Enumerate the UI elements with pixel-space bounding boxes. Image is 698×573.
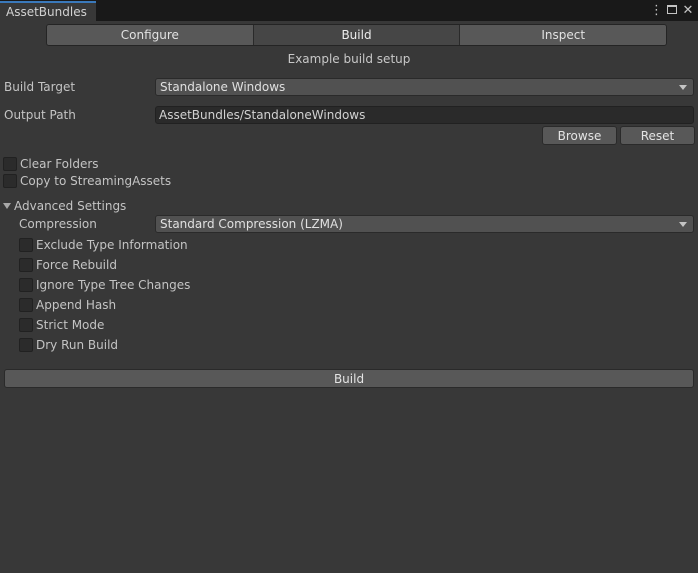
- advanced-settings-foldout[interactable]: Advanced Settings: [3, 198, 126, 214]
- build-target-dropdown[interactable]: Standalone Windows: [155, 78, 694, 96]
- strict-mode-option[interactable]: Strict Mode: [19, 317, 104, 333]
- dry-run-build-checkbox[interactable]: [19, 338, 33, 352]
- mode-toolbar: Configure Build Inspect: [46, 24, 667, 46]
- exclude-type-info-option[interactable]: Exclude Type Information: [19, 237, 188, 253]
- tab-build-label: Build: [341, 28, 372, 42]
- output-path-label: Output Path: [4, 108, 76, 122]
- assetbundles-window: AssetBundles ⋮ ✕ Configure Build Inspect…: [0, 0, 698, 573]
- strict-mode-label: Strict Mode: [36, 318, 105, 332]
- exclude-type-info-checkbox[interactable]: [19, 238, 33, 252]
- build-target-value: Standalone Windows: [160, 80, 286, 94]
- maximize-icon[interactable]: [666, 3, 678, 19]
- window-tab-label: AssetBundles: [6, 5, 87, 19]
- ignore-type-tree-option[interactable]: Ignore Type Tree Changes: [19, 277, 190, 293]
- advanced-settings-label: Advanced Settings: [14, 199, 127, 213]
- browse-button[interactable]: Browse: [542, 126, 617, 145]
- dry-run-build-option[interactable]: Dry Run Build: [19, 337, 118, 353]
- tab-configure[interactable]: Configure: [47, 25, 254, 45]
- ignore-type-tree-checkbox[interactable]: [19, 278, 33, 292]
- chevron-down-icon: [679, 85, 687, 90]
- compression-dropdown[interactable]: Standard Compression (LZMA): [155, 215, 694, 233]
- copy-streaming-assets-checkbox[interactable]: [3, 174, 17, 188]
- chevron-down-icon: [679, 222, 687, 227]
- browse-button-label: Browse: [557, 128, 602, 143]
- compression-label: Compression: [19, 217, 97, 231]
- close-icon[interactable]: ✕: [682, 3, 694, 19]
- tab-inspect-label: Inspect: [541, 28, 586, 42]
- append-hash-option[interactable]: Append Hash: [19, 297, 116, 313]
- append-hash-checkbox[interactable]: [19, 298, 33, 312]
- title-bar: AssetBundles ⋮ ✕: [0, 0, 698, 22]
- foldout-arrow-icon: [3, 203, 11, 209]
- build-target-label: Build Target: [4, 80, 76, 94]
- page-subtitle: Example build setup: [287, 52, 411, 66]
- reset-button-label: Reset: [640, 128, 675, 143]
- append-hash-label: Append Hash: [36, 298, 117, 312]
- window-tab[interactable]: AssetBundles: [0, 1, 96, 22]
- tab-inspect[interactable]: Inspect: [460, 25, 666, 45]
- copy-streaming-assets-option[interactable]: Copy to StreamingAssets: [3, 173, 171, 189]
- strict-mode-checkbox[interactable]: [19, 318, 33, 332]
- dry-run-build-label: Dry Run Build: [36, 338, 119, 352]
- output-path-field[interactable]: AssetBundles/StandaloneWindows: [155, 106, 694, 124]
- output-path-value: AssetBundles/StandaloneWindows: [159, 108, 366, 122]
- clear-folders-checkbox[interactable]: [3, 157, 17, 171]
- clear-folders-option[interactable]: Clear Folders: [3, 156, 99, 172]
- reset-button[interactable]: Reset: [620, 126, 695, 145]
- build-button-label: Build: [333, 371, 365, 386]
- force-rebuild-checkbox[interactable]: [19, 258, 33, 272]
- force-rebuild-label: Force Rebuild: [36, 258, 117, 272]
- build-button[interactable]: Build: [4, 369, 694, 388]
- kebab-menu-icon[interactable]: ⋮: [650, 3, 663, 19]
- tab-build[interactable]: Build: [253, 25, 461, 45]
- tab-configure-label: Configure: [120, 28, 179, 42]
- compression-value: Standard Compression (LZMA): [160, 217, 343, 231]
- copy-streaming-assets-label: Copy to StreamingAssets: [20, 174, 172, 188]
- force-rebuild-option[interactable]: Force Rebuild: [19, 257, 117, 273]
- window-controls: ⋮ ✕: [650, 2, 694, 20]
- clear-folders-label: Clear Folders: [20, 157, 99, 171]
- ignore-type-tree-label: Ignore Type Tree Changes: [36, 278, 191, 292]
- exclude-type-info-label: Exclude Type Information: [36, 238, 188, 252]
